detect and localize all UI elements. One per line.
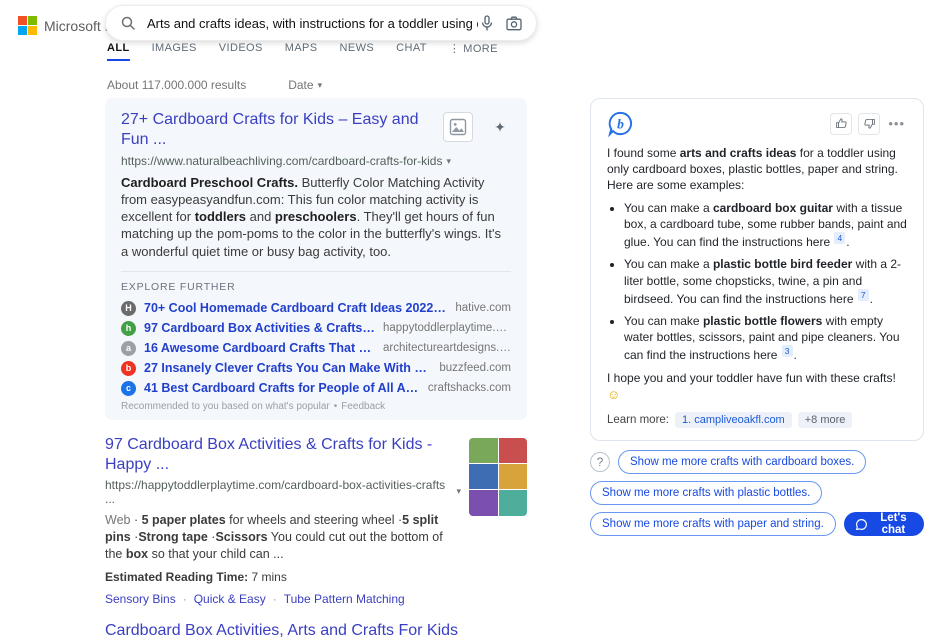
explore-domain: hative.com (455, 302, 511, 315)
bing-chat-icon: b (607, 110, 634, 137)
tab-more[interactable]: ⋮ MORE (449, 42, 498, 60)
explore-link[interactable]: 41 Best Cardboard Crafts for People of A… (144, 381, 420, 395)
learn-more-source-link[interactable]: 1. campliveoakfl.com (675, 412, 792, 429)
microsoft-logo-icon (18, 16, 37, 35)
tag-link[interactable]: Quick & Easy (194, 592, 266, 606)
chat-bullet: You can make a plastic bottle bird feede… (624, 256, 907, 306)
tab-videos[interactable]: VIDEOS (219, 42, 263, 59)
help-question-icon[interactable]: ? (590, 452, 610, 473)
svg-text:b: b (617, 116, 624, 131)
reading-time: Estimated Reading Time: 7 mins (105, 569, 287, 584)
citation-link[interactable]: 4 (834, 232, 846, 245)
related-tags: Sensory Bins · Quick & Easy · Tube Patte… (105, 592, 461, 606)
feedback-link[interactable]: Feedback (341, 401, 385, 412)
dot-separator: · (182, 591, 187, 606)
tag-link[interactable]: Tube Pattern Matching (284, 592, 405, 606)
tab-images[interactable]: IMAGES (152, 42, 197, 59)
result-card-1: 27+ Cardboard Crafts for Kids – Easy and… (105, 98, 527, 420)
result1-snippet: Cardboard Preschool Crafts. Butterfly Co… (121, 175, 501, 259)
explore-link[interactable]: 70+ Cool Homemade Cardboard Craft Ideas … (144, 301, 447, 315)
results-meta: About 117.000.000 results Date ▾ (107, 78, 322, 92)
result3-title-link[interactable]: Cardboard Box Activities, Arts and Craft… (105, 621, 527, 641)
search-tabs: ALL IMAGES VIDEOS MAPS NEWS CHAT ⋮ MORE (107, 42, 498, 64)
chat-intro: I found some arts and crafts ideas for a… (607, 146, 898, 193)
result2-url[interactable]: https://happytoddlerplaytime.com/cardboa… (105, 478, 461, 506)
explore-item: b 27 Insanely Clever Crafts You Can Make… (121, 360, 511, 376)
chat-bullet-list: You can make a cardboard box guitar with… (607, 200, 907, 363)
explore-link[interactable]: 16 Awesome Cardboard Crafts That Everyon… (144, 341, 375, 355)
result-card-2: 97 Cardboard Box Activities & Crafts for… (105, 435, 527, 606)
chat-answer-panel: b ••• I found some arts and crafts ideas… (590, 98, 924, 442)
explore-footer: Recommended to you based on what's popul… (121, 400, 386, 412)
thumbs-down-button[interactable] (858, 112, 881, 135)
result-card-3: Cardboard Box Activities, Arts and Craft… (105, 621, 527, 641)
result2-title-link[interactable]: 97 Cardboard Box Activities & Crafts for… (105, 435, 461, 475)
results-column: 27+ Cardboard Crafts for Kids – Easy and… (105, 98, 527, 641)
chat-suggestions: ? Show me more crafts with cardboard box… (590, 450, 924, 537)
result-image-preview-button[interactable] (443, 112, 473, 142)
result1-title-link[interactable]: 27+ Cardboard Crafts for Kids – Easy and… (121, 110, 446, 150)
citation-link[interactable]: 7 (857, 288, 869, 301)
explore-item: H 70+ Cool Homemade Cardboard Craft Idea… (121, 300, 511, 316)
explore-item: c 41 Best Cardboard Crafts for People of… (121, 380, 511, 396)
site-favicon-icon: b (121, 360, 136, 376)
result1-url[interactable]: https://www.naturalbeachliving.com/cardb… (121, 154, 511, 168)
tab-all[interactable]: ALL (107, 42, 130, 61)
header: Microsoft Bing ALL IMAGES VIDEOS MAPS NE… (0, 0, 933, 64)
chevron-down-icon[interactable]: ▾ (456, 486, 461, 497)
learn-more-label: Learn more: (607, 414, 670, 427)
site-favicon-icon: c (121, 380, 136, 396)
result2-snippet: Web · 5 paper plates for wheels and stee… (105, 512, 443, 562)
result2-thumbnail-image[interactable] (469, 437, 527, 516)
date-filter-dropdown[interactable]: Date ▾ (288, 78, 322, 92)
sparkle-ai-icon[interactable]: ✦ (487, 114, 513, 140)
search-input[interactable] (145, 14, 480, 32)
tab-maps[interactable]: MAPS (285, 42, 318, 59)
explore-domain: happytoddlerplaytime.com (383, 322, 511, 335)
tab-chat[interactable]: CHAT (396, 42, 427, 59)
smiley-emoji-icon: ☺ (607, 387, 621, 403)
chat-bullet: You can make plastic bottle flowers with… (624, 313, 907, 363)
more-options-icon[interactable]: ••• (886, 116, 907, 131)
lets-chat-button[interactable]: Let's chat (843, 512, 924, 537)
microphone-icon[interactable] (480, 15, 494, 31)
suggestion-chip-2[interactable]: Show me more crafts with plastic bottles… (590, 481, 823, 506)
chevron-down-icon[interactable]: ▾ (446, 156, 451, 167)
explore-item: h 97 Cardboard Box Activities & Crafts f… (121, 320, 511, 336)
search-icon (120, 15, 136, 31)
results-count: About 117.000.000 results (107, 78, 247, 92)
explore-further-heading: EXPLORE FURTHER (121, 280, 236, 293)
site-favicon-icon: H (121, 300, 136, 316)
visual-search-icon[interactable] (506, 16, 522, 31)
chevron-down-icon: ▾ (317, 79, 323, 90)
learn-more-row: Learn more: 1. campliveoakfl.com +8 more (607, 412, 907, 429)
explore-link[interactable]: 97 Cardboard Box Activities & Crafts for… (144, 321, 375, 335)
explore-item: a 16 Awesome Cardboard Crafts That Every… (121, 340, 511, 356)
chat-answer-column: b ••• I found some arts and crafts ideas… (590, 98, 924, 543)
search-bar[interactable] (105, 5, 537, 41)
citation-link[interactable]: 3 (781, 344, 793, 357)
dot-separator: · (272, 591, 277, 606)
chat-bullet: You can make a cardboard box guitar with… (624, 200, 907, 250)
explore-link[interactable]: 27 Insanely Clever Crafts You Can Make W… (144, 361, 431, 375)
explore-domain: buzzfeed.com (439, 362, 511, 375)
chat-closing: I hope you and your toddler have fun wit… (607, 370, 896, 403)
bullet-separator: • (333, 400, 338, 412)
tab-news[interactable]: NEWS (340, 42, 375, 59)
explore-further-section: EXPLORE FURTHER H 70+ Cool Homemade Card… (121, 270, 511, 412)
chat-bubble-icon (855, 518, 868, 531)
learn-more-expand-link[interactable]: +8 more (797, 412, 853, 429)
more-dots-icon: ⋮ (448, 43, 461, 55)
suggestion-chip-3[interactable]: Show me more crafts with paper and strin… (590, 512, 836, 537)
site-favicon-icon: h (121, 320, 136, 336)
explore-domain: craftshacks.com (427, 382, 511, 395)
suggestion-chip-1[interactable]: Show me more crafts with cardboard boxes… (618, 450, 867, 475)
site-favicon-icon: a (121, 340, 136, 356)
explore-domain: architectureartdesigns.c... (383, 342, 511, 355)
tag-link[interactable]: Sensory Bins (105, 592, 176, 606)
thumbs-up-button[interactable] (830, 112, 853, 135)
